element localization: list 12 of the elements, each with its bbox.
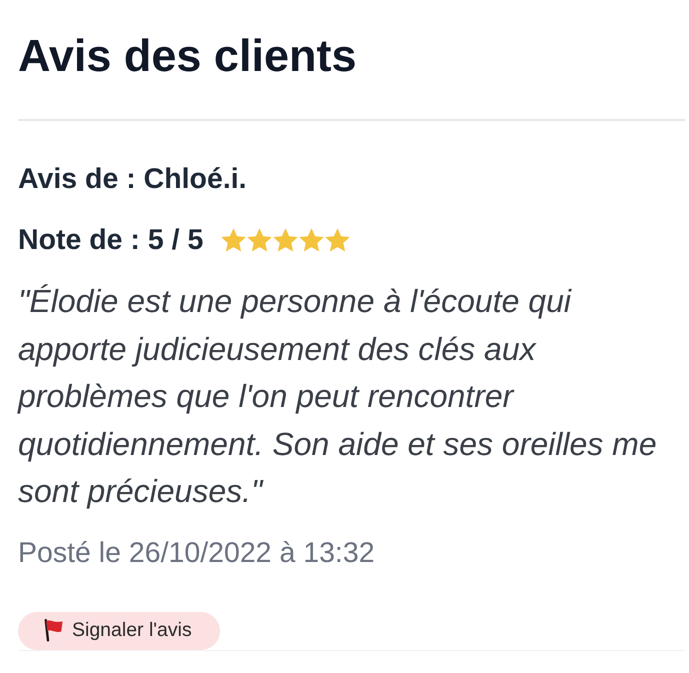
star-icon [221,228,246,252]
star-icon [247,228,272,252]
page-title: Avis des clients [18,29,356,83]
review-author: Avis de : Chloé.i. [18,162,247,196]
star-icon [325,228,350,252]
star-icon [273,228,298,252]
review-text: "Élodie est une personne à l'écoute qui apporte judicieusement des clés aux problèmes que l'on peut rencontrer quotidiennement. Son aide et ses oreilles me sont précieuses." [18,282,658,511]
flag-icon [44,619,64,642]
star-icon [299,228,324,252]
report-review-button[interactable]: Signaler l'avis [18,612,220,650]
rating-label: Note de : 5 / 5 [18,224,204,256]
posted-date: Posté le 26/10/2022 à 13:32 [18,536,375,570]
